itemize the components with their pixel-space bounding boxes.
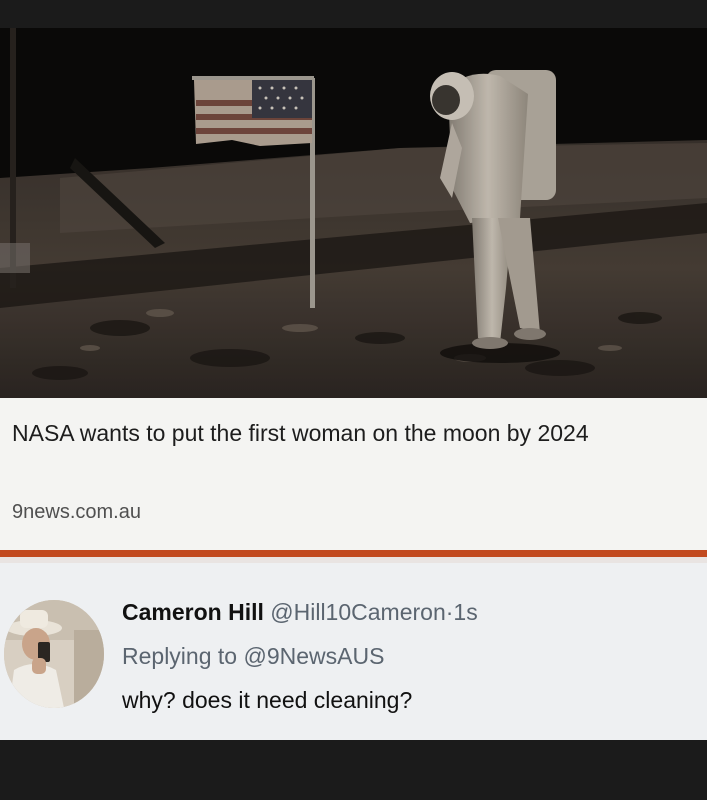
tweet-text: why? does it need cleaning? xyxy=(122,687,413,713)
article-source: 9news.com.au xyxy=(12,501,141,523)
replying-prefix: Replying to xyxy=(122,643,238,669)
author-handle[interactable]: @Hill10Cameron xyxy=(270,599,445,625)
replying-to-line: Replying to @9NewsAUS xyxy=(122,643,384,670)
link-preview-card[interactable]: NASA wants to put the first woman on the… xyxy=(0,398,707,550)
shared-post: NASA wants to put the first woman on the… xyxy=(0,28,707,740)
author-name[interactable]: Cameron Hill xyxy=(122,599,264,625)
article-headline[interactable]: NASA wants to put the first woman on the… xyxy=(12,416,702,450)
section-divider xyxy=(0,550,707,557)
moon-landing-image xyxy=(0,28,707,398)
screenshot-frame: NASA wants to put the first woman on the… xyxy=(0,0,707,800)
avatar-image xyxy=(4,600,104,708)
tweet-header: Cameron Hill @Hill10Cameron·1s xyxy=(122,599,478,626)
tweet-timestamp[interactable]: 1s xyxy=(453,599,477,625)
reply-target-handle[interactable]: @9NewsAUS xyxy=(243,643,384,669)
avatar[interactable] xyxy=(4,600,104,708)
moon-landing-photo[interactable] xyxy=(0,28,707,398)
reply-tweet[interactable]: Cameron Hill @Hill10Cameron·1s Replying … xyxy=(0,563,707,740)
